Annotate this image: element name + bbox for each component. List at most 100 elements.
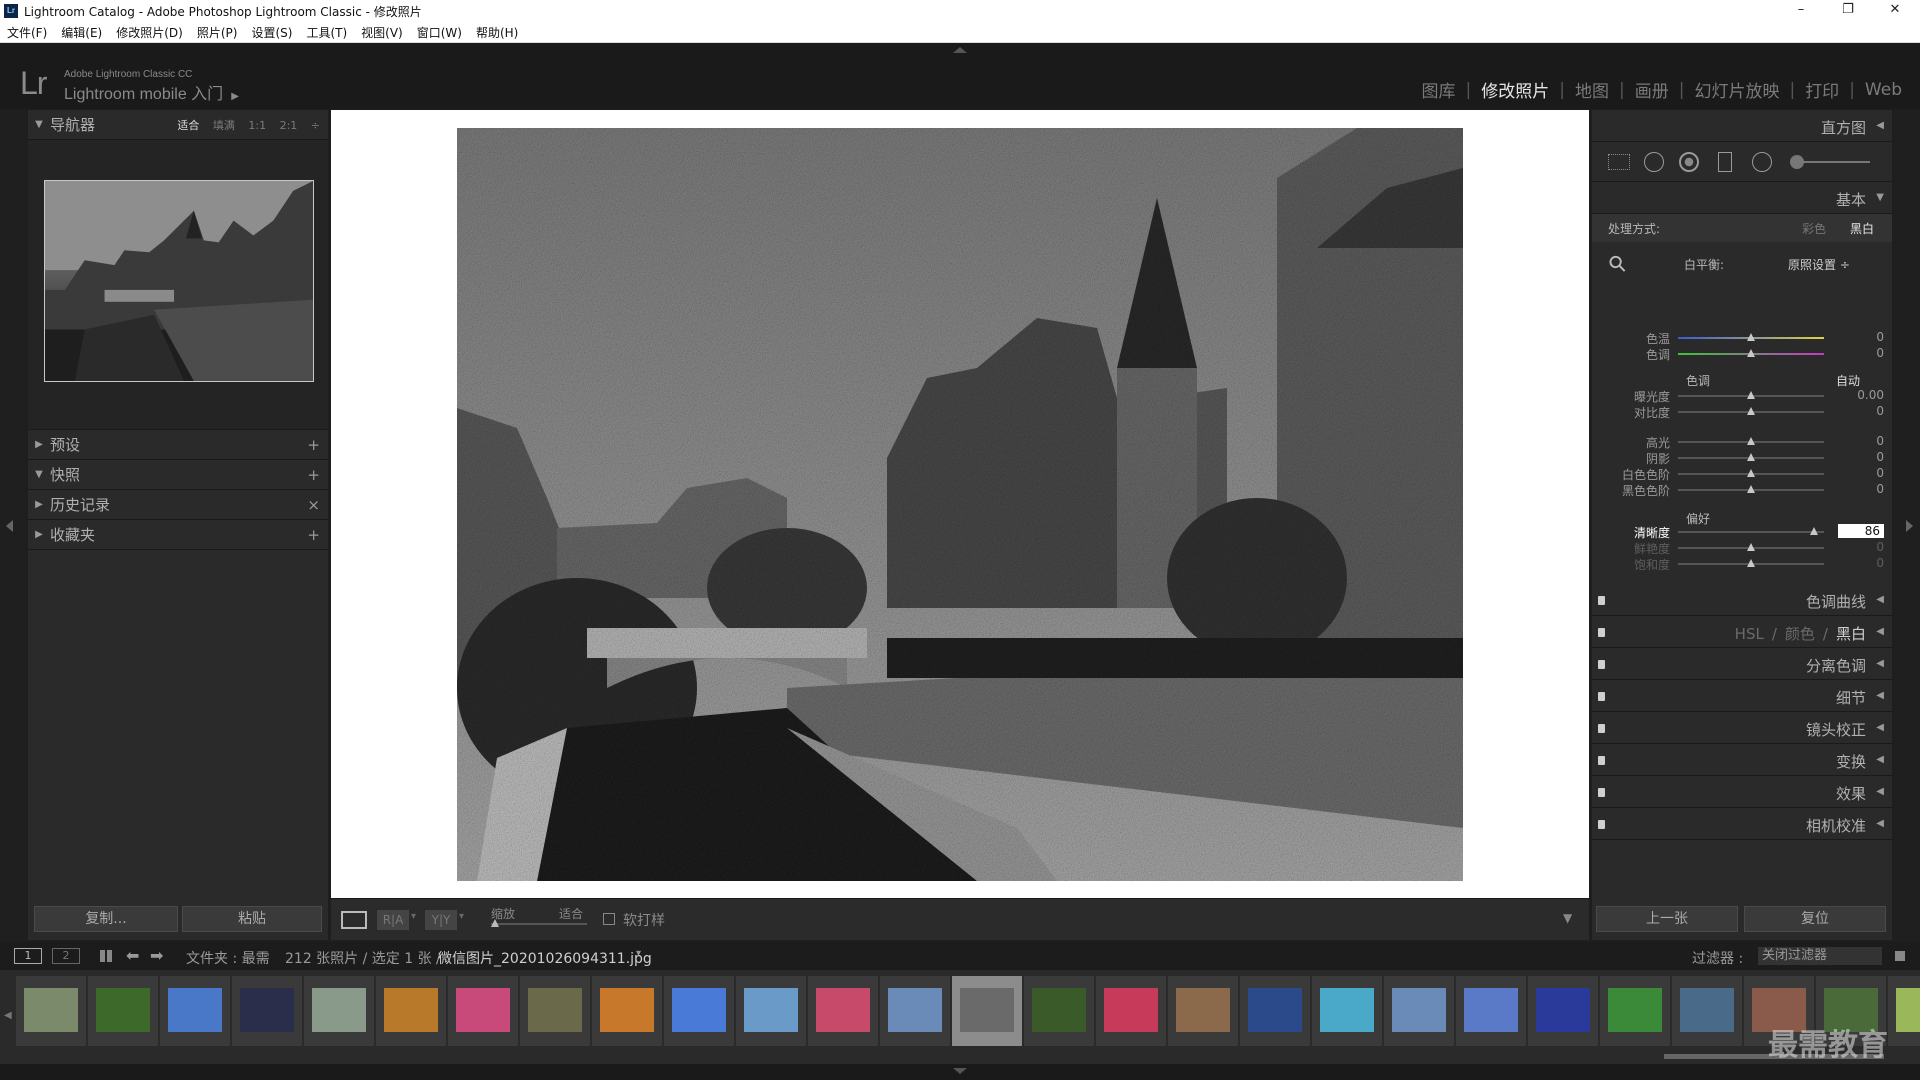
slider-shadows-thumb[interactable] (1747, 453, 1755, 461)
filmstrip-thumbnail[interactable] (592, 976, 662, 1046)
panel-toggle-icon[interactable] (1598, 692, 1605, 701)
filmstrip-thumbnail[interactable] (232, 976, 302, 1046)
treatment-color-button[interactable]: 彩色 (1802, 220, 1826, 237)
brush-icon[interactable] (1790, 155, 1804, 169)
filmstrip-thumbnail[interactable] (1096, 976, 1166, 1046)
scroll-left-icon[interactable]: ◀ (4, 1010, 12, 1021)
source-label[interactable]: 文件夹 : 最需 (186, 948, 270, 968)
slider-highlights[interactable]: 高光 0 (1592, 434, 1892, 450)
back-arrow-icon[interactable]: ⬅ (126, 946, 139, 965)
module-tab-4[interactable]: 幻灯片放映 (1694, 77, 1779, 102)
hsl-part-2[interactable]: 颜色 (1785, 625, 1815, 643)
panel-toggle-icon[interactable] (1598, 660, 1605, 669)
toolbar-menu-icon[interactable]: ▼ (1563, 911, 1572, 925)
primary-window-button[interactable]: 1 (14, 948, 42, 964)
slider-whites-track[interactable] (1678, 469, 1824, 477)
paste-settings-button[interactable]: 粘贴 (182, 906, 322, 932)
zoom-fit[interactable]: 适合 (177, 119, 199, 132)
filmstrip-thumbnail[interactable] (376, 976, 446, 1046)
close-button[interactable]: ✕ (1873, 0, 1917, 22)
main-photo[interactable] (457, 128, 1463, 881)
slider-exposure[interactable]: 曝光度 0.00 (1592, 388, 1892, 404)
graduated-filter-icon[interactable] (1718, 152, 1732, 172)
secondary-window-button[interactable]: 2 (52, 948, 80, 964)
slider-shadows[interactable]: 阴影 0 (1592, 450, 1892, 466)
module-tab-3[interactable]: 画册 (1635, 77, 1669, 102)
slider-clarity-thumb[interactable] (1809, 527, 1818, 535)
module-tab-2[interactable]: 地图 (1575, 77, 1609, 102)
filmstrip-thumbnail[interactable] (304, 976, 374, 1046)
slider-tint[interactable]: 色调 0 (1592, 346, 1892, 362)
previous-button[interactable]: 上一张 (1596, 906, 1738, 932)
menu-tools[interactable]: 工具(T) (299, 24, 354, 41)
basic-header[interactable]: 基本 ▼ (1592, 182, 1892, 214)
add-snapshot-button[interactable]: + (307, 466, 320, 484)
filmstrip-thumbnail[interactable] (448, 976, 518, 1046)
zoom-slider-thumb[interactable] (491, 919, 499, 927)
panel-toggle-icon[interactable] (1598, 628, 1605, 637)
brush-slider[interactable] (1790, 155, 1870, 169)
left-panel-edge[interactable] (0, 110, 26, 940)
maximize-button[interactable]: ❐ (1826, 0, 1870, 22)
zoom-slider[interactable] (491, 919, 587, 927)
slider-whites-thumb[interactable] (1747, 469, 1755, 477)
filmstrip-thumbnail[interactable] (880, 976, 950, 1046)
slider-vibrance-thumb[interactable] (1747, 543, 1755, 551)
selected-filename[interactable]: 微信图片_20201026094311.jpg (438, 948, 652, 968)
mobile-getting-started[interactable]: Lightroom mobile 入门 ▶ (64, 80, 239, 104)
filmstrip-thumbnail[interactable] (1888, 976, 1920, 1046)
filmstrip-thumbnail[interactable] (808, 976, 878, 1046)
filmstrip-thumbnail[interactable] (1312, 976, 1382, 1046)
slider-vibrance-track[interactable] (1678, 543, 1824, 551)
slider-highlights-thumb[interactable] (1747, 437, 1755, 445)
eyedropper-icon[interactable]: ⚲ (1604, 250, 1633, 279)
navigator-header[interactable]: ▼ 导航器 适合 填满 1:1 2:1 ÷ (28, 110, 328, 140)
slider-contrast[interactable]: 对比度 0 (1592, 404, 1892, 420)
histogram-header[interactable]: 直方图 ◀ (1592, 110, 1892, 142)
collapse-left-icon[interactable] (6, 520, 13, 532)
collapse-bottom-panel-icon[interactable] (953, 1068, 967, 1074)
panel-effects[interactable]: 效果 ◀ (1592, 776, 1892, 808)
filename-dropdown-icon[interactable]: ▾ (636, 948, 641, 959)
navigator-preview[interactable] (28, 140, 328, 430)
slider-tint-track[interactable] (1678, 349, 1824, 357)
module-tab-5[interactable]: 打印 (1805, 77, 1839, 102)
yy-dropdown-icon[interactable]: ▾ (459, 911, 464, 922)
treatment-bw-button[interactable]: 黑白 (1850, 220, 1874, 237)
add-collection-button[interactable]: + (307, 526, 320, 544)
slider-temp[interactable]: 色温 0 (1592, 330, 1892, 346)
filmstrip-thumbnail[interactable] (1456, 976, 1526, 1046)
menu-develop[interactable]: 修改照片(D) (109, 24, 190, 41)
collapse-right-icon[interactable] (1906, 520, 1913, 532)
menu-file[interactable]: 文件(F) (0, 24, 54, 41)
menu-settings[interactable]: 设置(S) (244, 24, 299, 41)
panel-toggle-icon[interactable] (1598, 820, 1605, 829)
zoom-more-arrow[interactable]: ÷ (311, 119, 320, 132)
menu-photo[interactable]: 照片(P) (190, 24, 245, 41)
hsl-part-0[interactable]: HSL (1735, 625, 1764, 643)
filmstrip-thumbnail[interactable] (1672, 976, 1742, 1046)
slider-shadows-track[interactable] (1678, 453, 1824, 461)
zoom-fill[interactable]: 填满 (213, 119, 235, 132)
filmstrip-thumbnail[interactable] (16, 976, 86, 1046)
filter-lock-icon[interactable] (1895, 951, 1905, 961)
panel-hsl[interactable]: HSL / 颜色 / 黑白 ◀ (1592, 616, 1892, 648)
before-after-yy-button[interactable]: Y|Y (425, 910, 457, 930)
slider-blacks[interactable]: 黑色色阶 0 (1592, 482, 1892, 498)
ra-dropdown-icon[interactable]: ▾ (411, 911, 416, 922)
menu-view[interactable]: 视图(V) (354, 24, 410, 41)
slider-tint-thumb[interactable] (1747, 349, 1755, 357)
slider-contrast-thumb[interactable] (1747, 407, 1755, 415)
slider-whites[interactable]: 白色色阶 0 (1592, 466, 1892, 482)
crop-tool-icon[interactable] (1608, 154, 1630, 170)
filmstrip-thumbnail[interactable] (1168, 976, 1238, 1046)
softproof-checkbox[interactable] (603, 913, 615, 925)
slider-blacks-thumb[interactable] (1747, 485, 1755, 493)
slider-clarity-track[interactable] (1678, 527, 1824, 535)
copy-settings-button[interactable]: 复制... (34, 906, 178, 932)
auto-tone-button[interactable]: 自动 (1836, 372, 1860, 389)
slider-exposure-thumb[interactable] (1747, 391, 1755, 399)
minimize-button[interactable]: – (1779, 0, 1823, 22)
add-preset-button[interactable]: + (307, 436, 320, 454)
panel-history[interactable]: ▶ 历史记录 × (28, 490, 328, 520)
